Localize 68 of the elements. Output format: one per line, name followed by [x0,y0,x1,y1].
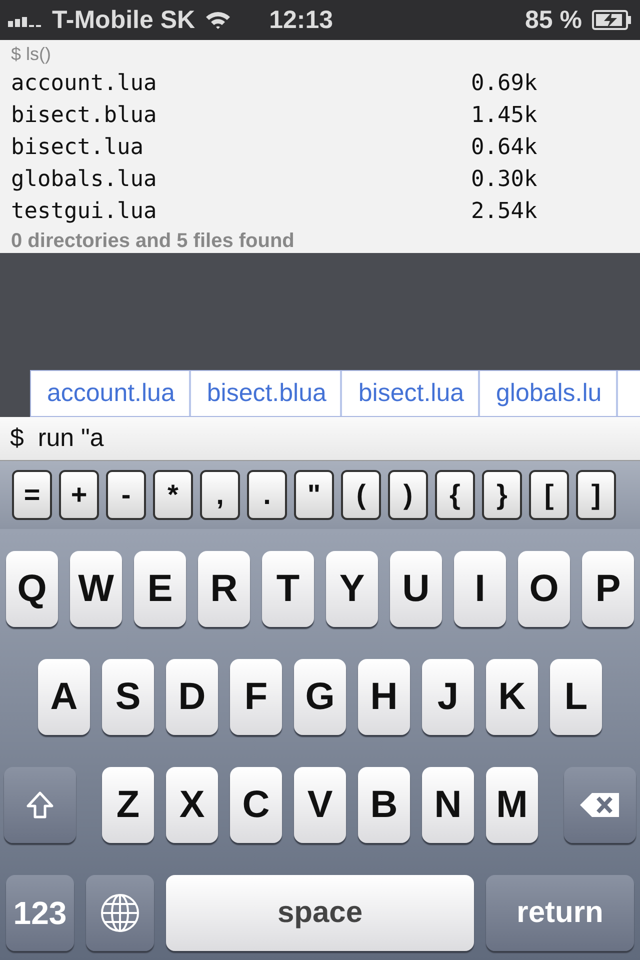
symbol-key[interactable]: ] [576,470,616,520]
space-bar[interactable]: space [166,875,474,951]
file-size: 1.45k [471,102,538,130]
symbol-key[interactable]: - [106,470,146,520]
symbol-key[interactable]: } [482,470,522,520]
symbol-key[interactable]: , [200,470,240,520]
symbol-key[interactable]: [ [529,470,569,520]
file-name: globals.lua [11,166,158,194]
battery-percent: 85 % [525,6,582,34]
letter-key[interactable]: J [422,659,474,735]
file-name: testgui.lua [11,198,158,226]
file-size: 0.64k [471,134,538,162]
wifi-icon [205,10,232,30]
file-size: 2.54k [471,198,538,226]
letter-key[interactable]: Y [326,551,378,627]
letter-key[interactable]: W [70,551,122,627]
file-name: account.lua [11,70,158,98]
letter-key[interactable]: S [102,659,154,735]
delete-key[interactable] [564,767,636,843]
letter-key[interactable]: V [294,767,346,843]
letter-key[interactable]: F [230,659,282,735]
symbol-key[interactable]: " [294,470,334,520]
letter-key[interactable]: A [38,659,90,735]
symbol-key[interactable]: . [247,470,287,520]
symbol-key[interactable]: ( [341,470,381,520]
command-input[interactable]: $ run "a [0,417,640,461]
result-summary: 0 directories and 5 files found [11,229,296,254]
symbol-key[interactable]: ) [388,470,428,520]
letter-key[interactable]: O [518,551,570,627]
shift-key[interactable] [4,767,76,843]
return-key[interactable]: return [486,875,634,951]
letter-key[interactable]: K [486,659,538,735]
letter-key[interactable]: C [230,767,282,843]
symbol-key[interactable]: * [153,470,193,520]
letter-key[interactable]: X [166,767,218,843]
letter-key[interactable]: B [358,767,410,843]
input-text: run "a [38,424,104,453]
letter-key[interactable]: Z [102,767,154,843]
symbol-key[interactable]: { [435,470,475,520]
shift-arrow-icon [25,790,55,820]
clock-time: 12:13 [269,6,334,34]
letter-key[interactable]: L [550,659,602,735]
letter-key[interactable]: U [390,551,442,627]
letter-key[interactable]: G [294,659,346,735]
file-name: bisect.lua [11,134,144,162]
letter-key[interactable]: N [422,767,474,843]
letter-key[interactable]: R [198,551,250,627]
carrier-name: T-Mobile SK [52,6,196,34]
globe-icon [99,892,141,934]
battery-charging-icon [592,10,632,30]
letter-key[interactable]: Q [6,551,58,627]
letter-key[interactable]: H [358,659,410,735]
prompt-sign: $ [10,424,24,453]
numbers-key[interactable]: 123 [6,875,74,951]
backspace-icon [578,791,622,819]
file-name: bisect.blua [11,102,158,130]
letter-key[interactable]: E [134,551,186,627]
command-echo: $ ls() [11,43,52,66]
letter-key[interactable]: T [262,551,314,627]
letter-key[interactable]: M [486,767,538,843]
symbol-key[interactable]: + [59,470,99,520]
symbol-key[interactable]: = [12,470,52,520]
letter-key[interactable]: P [582,551,634,627]
file-size: 0.30k [471,166,538,194]
letter-key[interactable]: D [166,659,218,735]
globe-key[interactable] [86,875,154,951]
file-size: 0.69k [471,70,538,98]
letter-key[interactable]: I [454,551,506,627]
